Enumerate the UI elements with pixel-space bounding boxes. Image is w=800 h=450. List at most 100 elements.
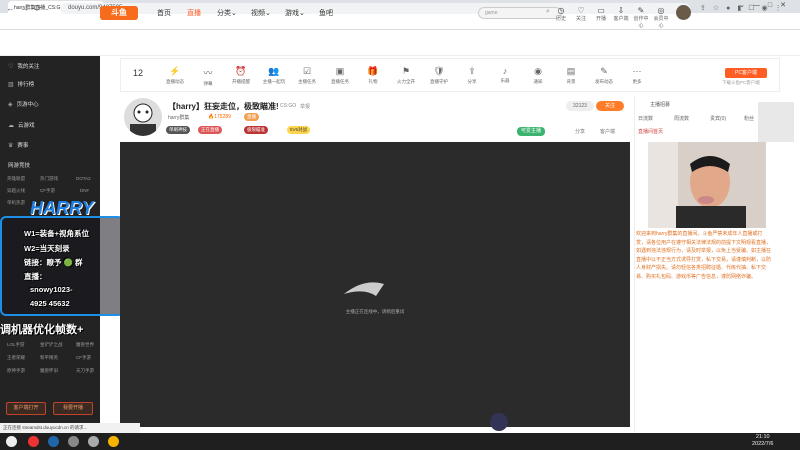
douyu-logo[interactable]: 斗鱼	[100, 6, 138, 20]
back-icon[interactable]: ←	[6, 3, 15, 13]
toolbar-item-label: 分享	[467, 79, 477, 84]
history-button[interactable]: ◷ 历史	[552, 6, 570, 22]
toolbar-item-label: 背景	[566, 79, 576, 84]
game-link[interactable]: 英雄联盟	[7, 176, 25, 182]
streamer-avatar[interactable]	[124, 98, 162, 136]
creator-button[interactable]: ✎ 创作中心	[632, 6, 650, 29]
tag[interactable]: 5V5对战	[287, 126, 311, 134]
toolbar-item-icon: 🎁	[367, 66, 379, 76]
follow-button[interactable]: ♡ 关注	[572, 6, 590, 22]
gift-toolbar-item[interactable]: ⋯ 更多	[624, 66, 650, 85]
gift-toolbar-item[interactable]: ◉ 通知	[525, 66, 551, 85]
tag[interactable]: 直播	[244, 113, 259, 121]
reload-icon[interactable]: ⟳	[34, 3, 42, 14]
client-link[interactable]: 客户端	[600, 128, 615, 135]
gift-toolbar-item[interactable]: ⚡ 直播动态	[162, 66, 188, 85]
gift-toolbar-item[interactable]: ▤ 背景	[558, 66, 584, 85]
game-link[interactable]: 天刀手游	[76, 368, 94, 374]
gift-toolbar-item[interactable]: 🛡 直播守护	[426, 66, 452, 85]
game-link[interactable]: 原神手游	[7, 368, 25, 374]
tag[interactable]: 单刷神技	[166, 126, 190, 134]
browser-toolbar-icons[interactable]: ⇪☆●▮☐◉⋮	[700, 4, 789, 12]
toolbar-item-label: 开播提醒	[232, 79, 250, 84]
streamer-name[interactable]: harry群集	[168, 114, 189, 121]
sidebar-item-rank[interactable]: ▥ 排行榜	[8, 80, 34, 88]
tab-day[interactable]: 日流数	[638, 115, 653, 122]
game-link[interactable]: DNF	[80, 188, 89, 193]
tag[interactable]: 正在直播	[198, 126, 222, 134]
sidebar-item-cloud[interactable]: ☁ 云游戏	[8, 121, 35, 129]
gift-toolbar-item[interactable]: ✎ 发布动态	[591, 66, 617, 85]
game-link[interactable]: LOL手游	[7, 342, 25, 348]
overlay-line: snowy1023-	[30, 285, 73, 294]
player-mascot[interactable]	[490, 413, 508, 431]
mini-camera	[758, 102, 794, 142]
vip-button[interactable]: ◎ 会员中心	[652, 6, 670, 29]
game-link[interactable]: 王者荣耀	[7, 355, 25, 361]
game-link[interactable]: 穿越火线	[7, 188, 25, 194]
toolbar-item-icon: ⏰	[235, 66, 247, 76]
nav-category[interactable]: 分类⌄	[217, 8, 237, 18]
gift-toolbar-item[interactable]: ⚑ 火力全开	[393, 66, 419, 85]
gift-toolbar-item[interactable]: 👥 主播一起玩	[261, 66, 287, 85]
follow-button[interactable]: 关注	[596, 101, 624, 111]
report-link[interactable]: 举报	[300, 103, 310, 110]
client-button[interactable]: ⇩ 客户端	[612, 6, 630, 22]
gift-toolbar-item[interactable]: ▣ 直播任务	[327, 66, 353, 85]
game-link[interactable]: CF手游	[76, 355, 91, 361]
nav-video[interactable]: 视频⌄	[251, 8, 271, 18]
room-homepage-link[interactable]: 直播间首页	[638, 128, 663, 135]
app-icon[interactable]	[88, 436, 99, 447]
forward-icon[interactable]: →	[20, 3, 29, 13]
app-icon[interactable]	[48, 436, 59, 447]
toolbar-item-icon: 〰	[203, 68, 213, 78]
open-client-button[interactable]: 客户端打开	[6, 402, 46, 415]
tab-guest[interactable]: 贵宾(0)	[710, 115, 726, 122]
game-link[interactable]: 和平精英	[40, 355, 58, 361]
nav-game[interactable]: 游戏⌄	[285, 8, 305, 18]
sidebar-item-webgame[interactable]: ◈ 页游中心	[8, 100, 39, 108]
level-count: 12	[133, 68, 144, 78]
tab-fans[interactable]: 粉丝	[744, 115, 754, 122]
taskbar	[0, 433, 800, 450]
broadcast-button[interactable]: ▭ 开播	[592, 6, 610, 22]
go-live-button[interactable]: 我要开播	[53, 402, 93, 415]
share-button[interactable]: 分享	[575, 128, 585, 135]
game-link[interactable]: 魔兽世界	[76, 342, 94, 348]
app-icon[interactable]	[68, 436, 79, 447]
user-avatar[interactable]	[676, 5, 691, 20]
overlay-line: 链接：瞭予 🟢 群	[24, 258, 83, 267]
game-link[interactable]: CF手游	[40, 188, 55, 194]
gift-toolbar-item[interactable]: ♪ 乐器	[492, 66, 518, 84]
tag[interactable]: 极限瞄准	[244, 126, 268, 134]
game-link[interactable]: DOTA2	[76, 176, 91, 181]
sidebar-item-events[interactable]: ♛ 赛事	[8, 141, 28, 149]
gift-toolbar-item[interactable]: 🎁 礼物	[360, 66, 386, 85]
toolbar-item-label: 火力全开	[397, 79, 415, 84]
tab-week[interactable]: 周流数	[674, 115, 689, 122]
gift-toolbar-item[interactable]: ⏰ 开播提醒	[228, 66, 254, 85]
pc-client-button[interactable]: PC客户端	[725, 68, 767, 78]
edit-icon: ✎	[637, 6, 645, 15]
toolbar-item-label: 乐器	[500, 78, 510, 83]
toolbar-item-icon: ⚡	[169, 66, 181, 76]
game-link[interactable]: 热门游戏	[40, 176, 58, 182]
game-link[interactable]: 金铲铲之战	[40, 342, 63, 348]
like-badge[interactable]: 可爱主播	[517, 127, 546, 136]
sidebar-item-follow[interactable]: ♡ 我的关注	[8, 62, 39, 70]
gift-toolbar-item[interactable]: 〰弹幕	[195, 66, 221, 87]
start-icon[interactable]	[6, 436, 17, 447]
recruit-header[interactable]: 主播招募	[650, 101, 670, 108]
nav-live[interactable]: 直播	[187, 8, 201, 18]
toolbar-item-label: 主播一起玩	[262, 79, 286, 84]
game-link[interactable]: 魔兽怀旧	[40, 368, 58, 374]
gift-toolbar-item[interactable]: ⇪ 分享	[459, 66, 485, 85]
room-category[interactable]: CS:GO	[280, 103, 296, 109]
gift-toolbar-item[interactable]: ☑ 主播任务	[294, 66, 320, 85]
search-icon[interactable]: ⌕	[546, 8, 550, 16]
nav-home[interactable]: 首页	[157, 8, 171, 18]
nav-fishbar[interactable]: 鱼吧	[319, 8, 333, 18]
toolbar-item-icon: ⋯	[632, 66, 642, 76]
app-icon[interactable]	[28, 436, 39, 447]
chrome-icon[interactable]	[108, 436, 119, 447]
